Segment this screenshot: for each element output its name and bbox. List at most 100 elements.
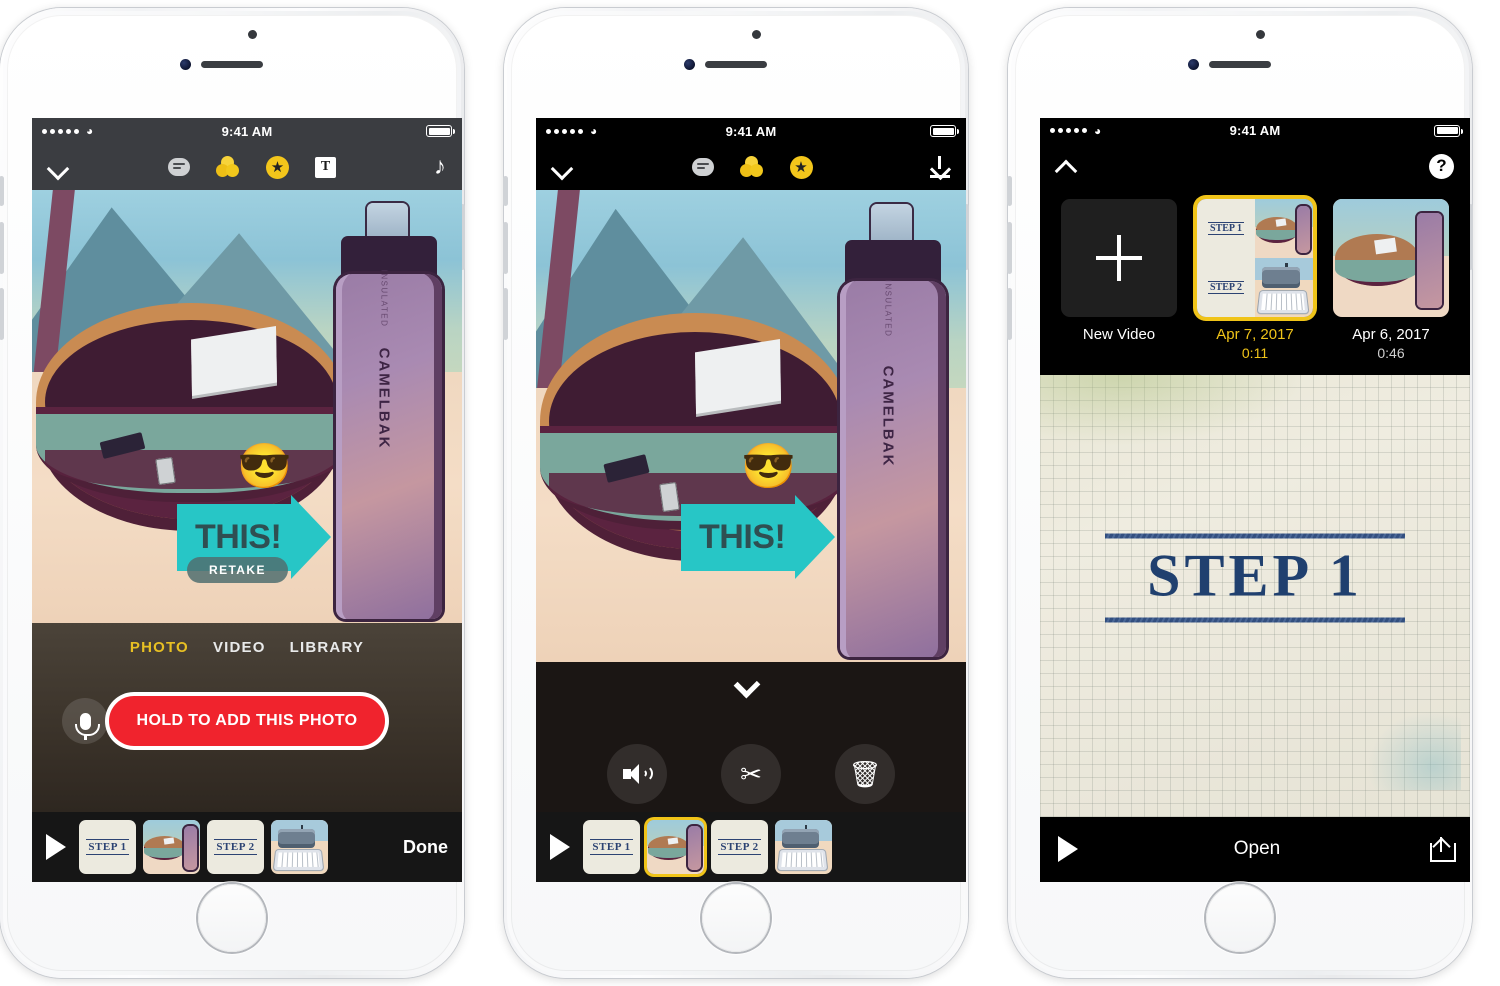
delete-button[interactable]: 🗑 [835,744,895,804]
status-time: 9:41 AM [221,123,273,139]
home-button[interactable] [1206,884,1274,952]
library-item-label: Apr 6, 2017 [1352,326,1430,344]
sticker-text: THIS! [195,517,282,556]
bottle-label: CAMELBAK [375,347,393,450]
volume-up-button[interactable] [0,222,4,274]
speech-bubble-icon[interactable] [168,158,190,176]
collage-step-1: STEP 1 [1197,199,1255,259]
home-button[interactable] [702,884,770,952]
arrow-sticker[interactable]: THIS! RETAKE [177,495,332,583]
arrow-sticker[interactable]: THIS! [681,495,836,579]
proximity-sensor [752,30,761,39]
earpiece-speaker [1209,61,1271,68]
mute-switch[interactable] [1007,176,1012,206]
paper-on-table [695,338,782,415]
earpiece-speaker [201,61,263,68]
arrow-head [795,495,836,579]
hold-to-add-photo-button[interactable]: HOLD TO ADD THIS PHOTO [108,696,386,746]
video-thumbnail[interactable]: STEP 1 STEP 2 [1197,199,1313,318]
status-bar: ◕ 9:41 AM [32,118,462,144]
play-icon[interactable] [1058,836,1078,863]
three-circles-icon[interactable] [216,156,240,178]
volume-up-button[interactable] [503,222,508,274]
chevron-down-icon[interactable] [552,156,574,178]
new-video-tile[interactable] [1061,199,1177,318]
volume-up-button[interactable] [1007,222,1012,274]
status-time: 9:41 AM [725,123,777,139]
player-bottom-bar: Open [1040,816,1470,882]
chevron-up-icon[interactable] [1056,155,1078,177]
bottle-body [839,281,946,658]
step-card-label: STEP 2 [718,839,761,855]
text-tool-icon[interactable]: T [315,156,336,178]
play-icon[interactable] [550,834,570,860]
retake-button[interactable]: RETAKE [187,556,288,583]
chevron-down-handle-icon[interactable] [734,676,768,688]
library-item-apr-6[interactable]: Apr 6, 2017 0:46 [1333,199,1449,361]
list-item[interactable] [271,820,328,874]
front-camera [1188,59,1199,70]
star-badge-icon[interactable]: ★ [266,155,289,179]
plus-icon [1096,235,1142,282]
library-item-apr-7[interactable]: STEP 1 STEP 2 Apr 7, 2017 0:11 [1197,199,1313,361]
library-item-label: New Video [1082,326,1156,344]
editor-toolbar: ★ [536,144,966,190]
volume-down-button[interactable] [503,288,508,340]
slide-title-block: STEP 1 [1105,533,1405,623]
clip-edit-panel: ✂ 🗑 [536,662,966,812]
microphone-icon[interactable] [62,698,108,744]
mode-video[interactable]: VIDEO [213,639,266,656]
mode-photo[interactable]: PHOTO [130,639,189,656]
water-bottle: INSULATED CAMELBAK [833,204,953,658]
list-item[interactable]: STEP 2 [207,820,264,874]
list-item[interactable]: STEP 1 [79,820,136,874]
trim-button[interactable]: ✂ [721,744,781,804]
status-bar: ◕ 9:41 AM [536,118,966,144]
done-button[interactable]: Done [403,837,448,858]
bottle-sublabel: INSULATED [379,270,389,328]
video-thumbnail[interactable] [1333,199,1449,318]
volume-button[interactable] [607,744,667,804]
mute-switch[interactable] [503,176,508,206]
help-icon[interactable]: ? [1429,153,1454,179]
object-b [154,457,176,486]
photo-preview[interactable]: INSULATED CAMELBAK 😎 THIS! RETAKE [32,190,462,623]
share-icon[interactable] [1429,836,1456,863]
play-icon[interactable] [46,834,66,860]
slide-preview[interactable]: STEP 1 [1040,375,1470,817]
front-camera [180,59,191,70]
mode-library[interactable]: LIBRARY [290,639,365,656]
list-item[interactable] [647,820,704,874]
mute-switch[interactable] [0,176,4,206]
music-note-icon[interactable]: ♪ [434,155,446,179]
list-item[interactable]: STEP 2 [711,820,768,874]
phone-edit: ◕ 9:41 AM ★ INSULATED CAMELBAK 😎 THIS! ✂… [503,8,969,978]
collage-photo-2 [1255,258,1313,318]
arrow-head [291,495,332,579]
volume-down-button[interactable] [0,288,4,340]
star-badge-icon[interactable]: ★ [789,155,813,179]
battery-icon [1434,124,1463,137]
list-item[interactable] [775,820,832,874]
speech-bubble-icon[interactable] [691,158,714,176]
phone-library: ◕ 9:41 AM ? New Video STEP 1 STEP 2 Apr … [1007,8,1473,978]
download-icon[interactable] [930,156,950,178]
front-camera [684,59,695,70]
camera-panel: PHOTO VIDEO LIBRARY HOLD TO ADD THIS PHO… [32,623,462,812]
sunglasses-emoji-sticker[interactable]: 😎 [237,445,292,489]
sunglasses-emoji-sticker[interactable]: 😎 [741,445,796,489]
volume-down-button[interactable] [1007,288,1012,340]
screenshot-stage: ◕ 9:41 AM ★ T ♪ INSULATED CAMELBAK 😎 THI… [0,0,1500,986]
three-circles-icon[interactable] [739,156,764,178]
list-item[interactable] [143,820,200,874]
collage-photo-1 [1255,199,1313,259]
filmstrip: STEP 1 STEP 2 [536,812,966,882]
photo-preview[interactable]: INSULATED CAMELBAK 😎 THIS! [536,190,966,662]
library-item-new-video[interactable]: New Video [1061,199,1177,361]
step-card-label: STEP 1 [86,839,129,855]
home-button[interactable] [198,884,266,952]
list-item[interactable]: STEP 1 [583,820,640,874]
earpiece-speaker [705,61,767,68]
open-button[interactable]: Open [1234,838,1280,860]
chevron-down-icon[interactable] [48,156,70,178]
